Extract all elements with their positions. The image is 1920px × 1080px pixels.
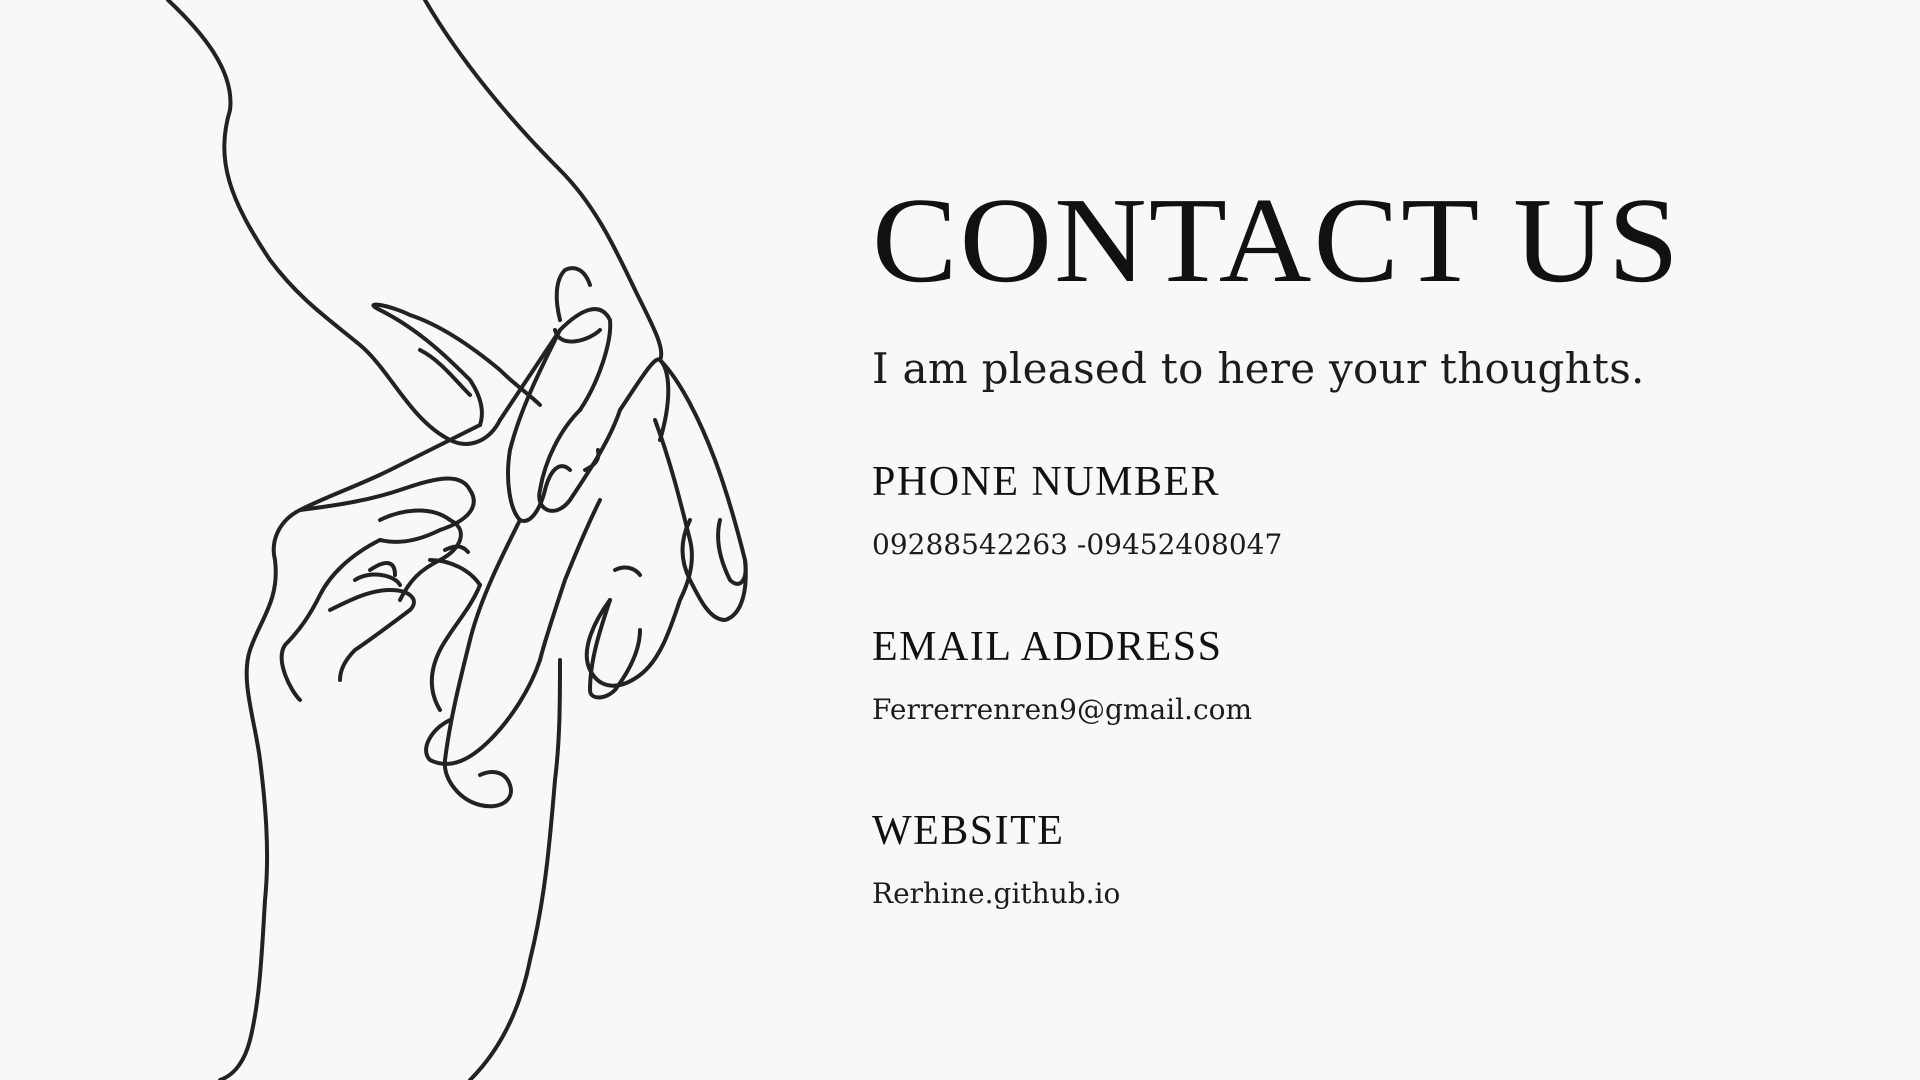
email-section: EMAIL ADDRESS Ferrerrenren9@gmail.com <box>872 623 1252 726</box>
page-title: CONTACT US <box>872 173 1682 308</box>
website-label: WEBSITE <box>872 808 1065 854</box>
email-label: EMAIL ADDRESS <box>872 624 1223 670</box>
phone-section: PHONE NUMBER 09288542263 -09452408047 <box>872 458 1282 561</box>
phone-value: 09288542263 -09452408047 <box>872 528 1283 561</box>
phone-label: PHONE NUMBER <box>872 459 1221 505</box>
page-subtitle: I am pleased to here your thoughts. <box>872 344 1645 393</box>
contact-content: CONTACT US I am pleased to here your tho… <box>872 180 1832 911</box>
website-section: WEBSITE Rerhine.github.io <box>872 807 1120 910</box>
hands-line-art-icon <box>0 0 800 1080</box>
contact-page: CONTACT US I am pleased to here your tho… <box>0 0 1920 1080</box>
website-value: Rerhine.github.io <box>872 877 1121 910</box>
email-value: Ferrerrenren9@gmail.com <box>872 693 1253 726</box>
